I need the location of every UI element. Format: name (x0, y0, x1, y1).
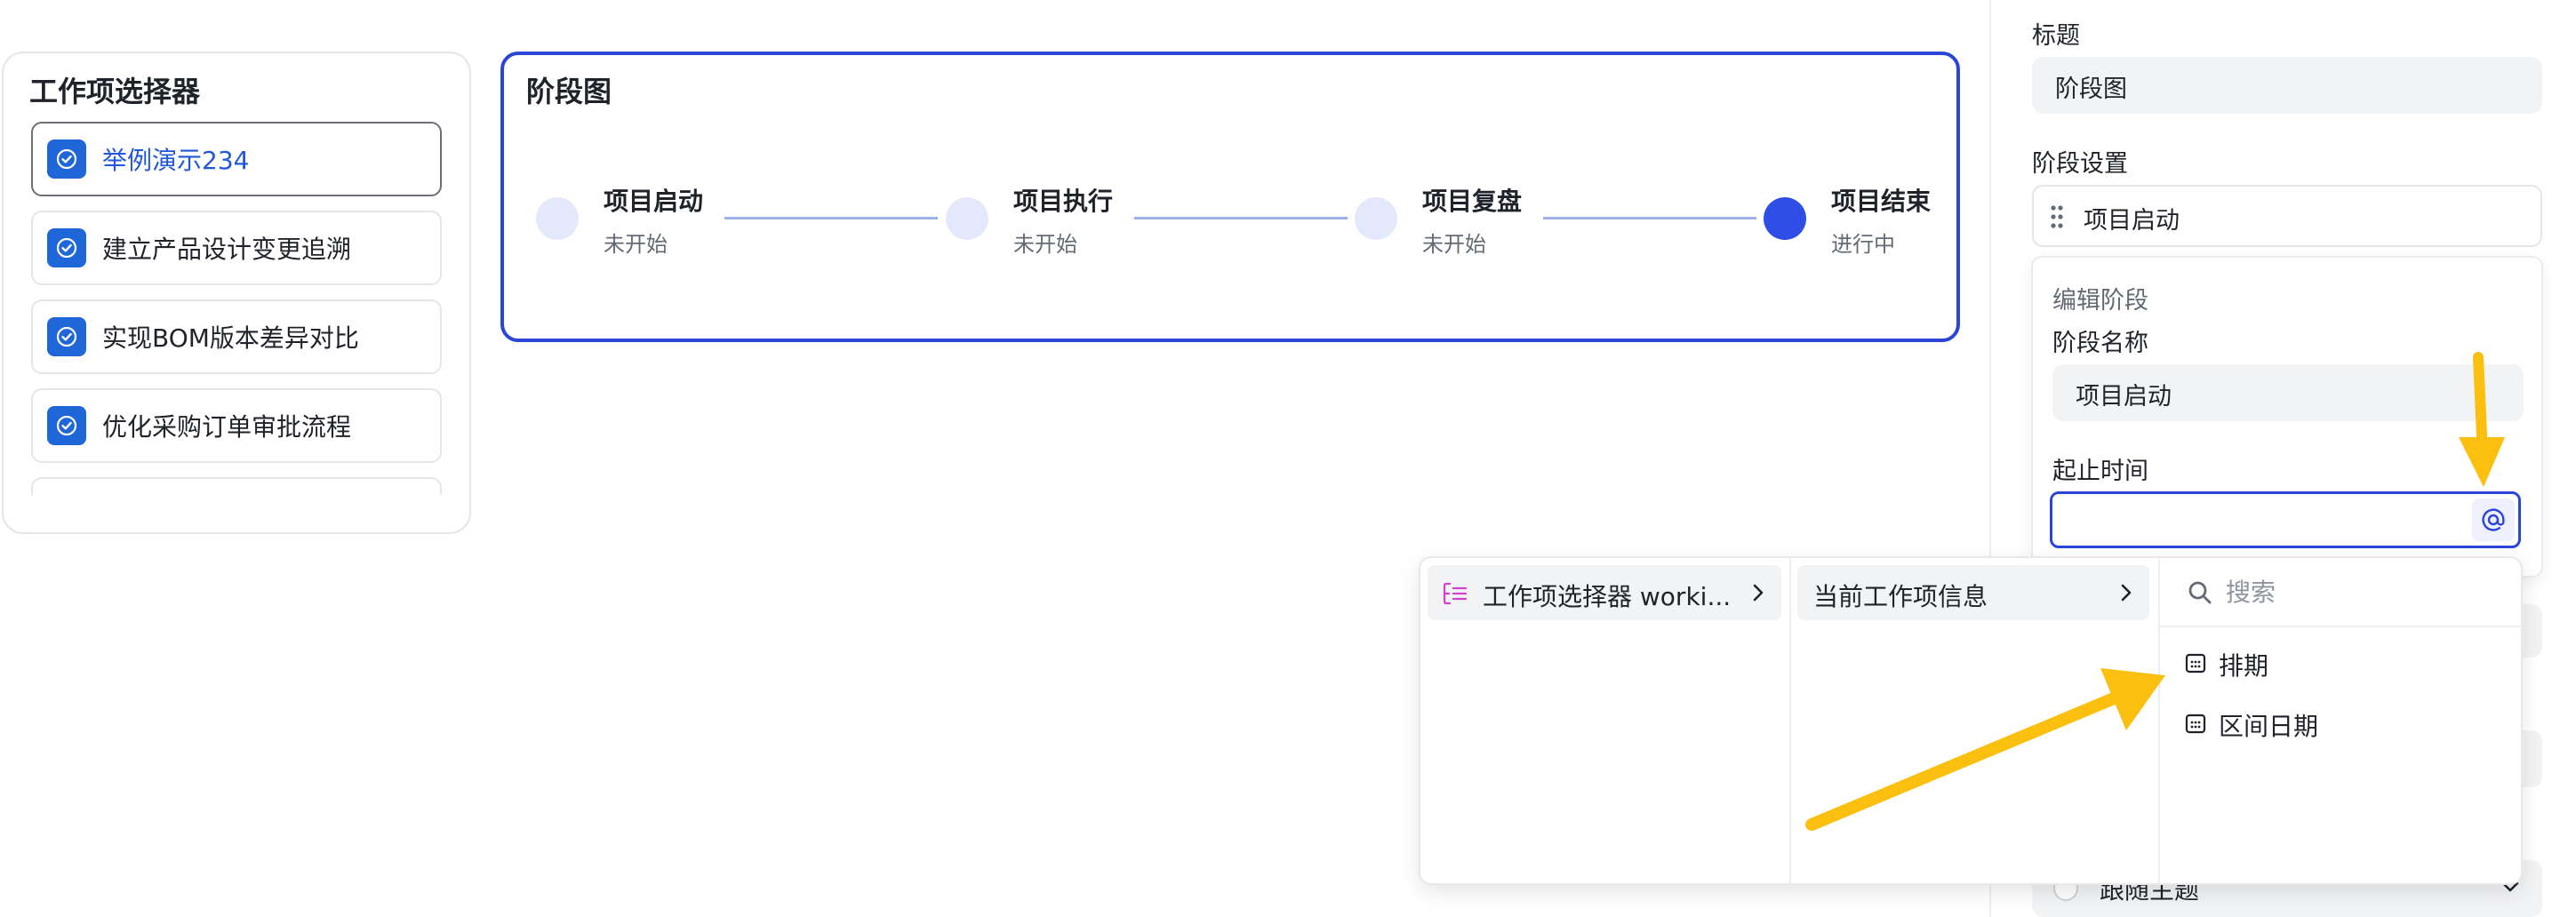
variable-picker-dropdown: 工作项选择器 worki... 当前工作项信息 排期 区间日期 (1419, 556, 2523, 885)
field-option[interactable]: 排期 (2160, 634, 2521, 691)
work-item-label: 建立产品设计变更追溯 (102, 235, 352, 264)
stage-name-input[interactable]: 项目启动 (2052, 364, 2524, 421)
date-range-input[interactable] (2050, 491, 2521, 548)
work-item[interactable]: 建立产品设计变更追溯 (31, 211, 442, 285)
stage-dot (946, 197, 988, 240)
stage-dot-active (1764, 197, 1806, 240)
stage-settings-label: 阶段设置 (2032, 150, 2128, 178)
stage-status: 未开始 (604, 232, 668, 257)
stage-dot (536, 197, 579, 240)
stage-setting-item[interactable]: 项目启动 (2032, 185, 2542, 247)
date-range-label: 起止时间 (2052, 458, 2148, 485)
check-circle-icon (47, 140, 86, 179)
check-circle-icon (47, 406, 86, 445)
tree-icon (1443, 582, 1468, 605)
stage-chart-title: 阶段图 (526, 75, 612, 108)
selector-title: 工作项选择器 (29, 75, 201, 108)
stage-dot (1355, 197, 1397, 240)
dropdown-search (2160, 558, 2521, 627)
dropdown-column-separator (1789, 558, 1791, 883)
check-circle-icon (47, 317, 86, 356)
dropdown-source-item[interactable]: 工作项选择器 worki... (1428, 565, 1781, 620)
calendar-icon (2185, 653, 2206, 674)
drag-handle-icon[interactable] (2050, 204, 2064, 229)
chevron-right-icon (1753, 584, 1764, 602)
stage-name: 项目启动 (604, 187, 704, 216)
stage-setting-item-label: 项目启动 (2084, 207, 2180, 235)
stage-name-value: 项目启动 (2076, 383, 2172, 411)
calendar-icon (2185, 714, 2206, 734)
field-option[interactable]: 区间日期 (2160, 695, 2521, 752)
work-item-label: 实现BOM版本差异对比 (102, 323, 359, 353)
stage-connector (724, 217, 938, 219)
dropdown-category-item[interactable]: 当前工作项信息 (1797, 565, 2149, 620)
stage-name: 项目执行 (1013, 187, 1114, 216)
check-circle-icon (47, 228, 86, 267)
work-item[interactable]: 实现BOM版本差异对比 (31, 299, 442, 374)
work-item-partial[interactable] (31, 477, 442, 495)
dropdown-category-label: 当前工作项信息 (1813, 582, 1988, 611)
chevron-right-icon (2121, 584, 2132, 602)
search-input[interactable] (2226, 572, 2492, 611)
work-item[interactable]: 优化采购订单审批流程 (31, 388, 442, 463)
insert-variable-button[interactable] (2472, 498, 2515, 541)
edit-stage-heading: 编辑阶段 (2052, 287, 2148, 315)
stage-name-label: 阶段名称 (2052, 330, 2148, 357)
stage-status: 进行中 (1831, 232, 1895, 257)
stage-connector (1543, 217, 1756, 219)
work-item-list: 举例演示234 建立产品设计变更追溯 实现BOM版本差异对比 优化采购订单审批流… (31, 122, 442, 509)
work-item-label: 举例演示234 (102, 146, 250, 175)
stage-connector (1134, 217, 1348, 219)
stage-chart-card[interactable] (500, 52, 1960, 342)
field-option-label: 排期 (2219, 651, 2269, 681)
at-sign-icon (2482, 508, 2505, 531)
field-option-label: 区间日期 (2219, 712, 2319, 741)
title-label: 标题 (2032, 22, 2080, 50)
work-item-label: 优化采购订单审批流程 (102, 412, 352, 442)
stage-status: 未开始 (1013, 232, 1077, 257)
stage-name: 项目结束 (1831, 187, 1932, 216)
stage-status: 未开始 (1422, 232, 1486, 257)
dropdown-source-label: 工作项选择器 worki... (1483, 582, 1732, 611)
title-input[interactable]: 阶段图 (2032, 57, 2542, 114)
title-input-value: 阶段图 (2055, 76, 2127, 103)
stage-name: 项目复盘 (1422, 187, 1523, 216)
work-item[interactable]: 举例演示234 (31, 122, 442, 196)
search-icon (2188, 581, 2212, 604)
